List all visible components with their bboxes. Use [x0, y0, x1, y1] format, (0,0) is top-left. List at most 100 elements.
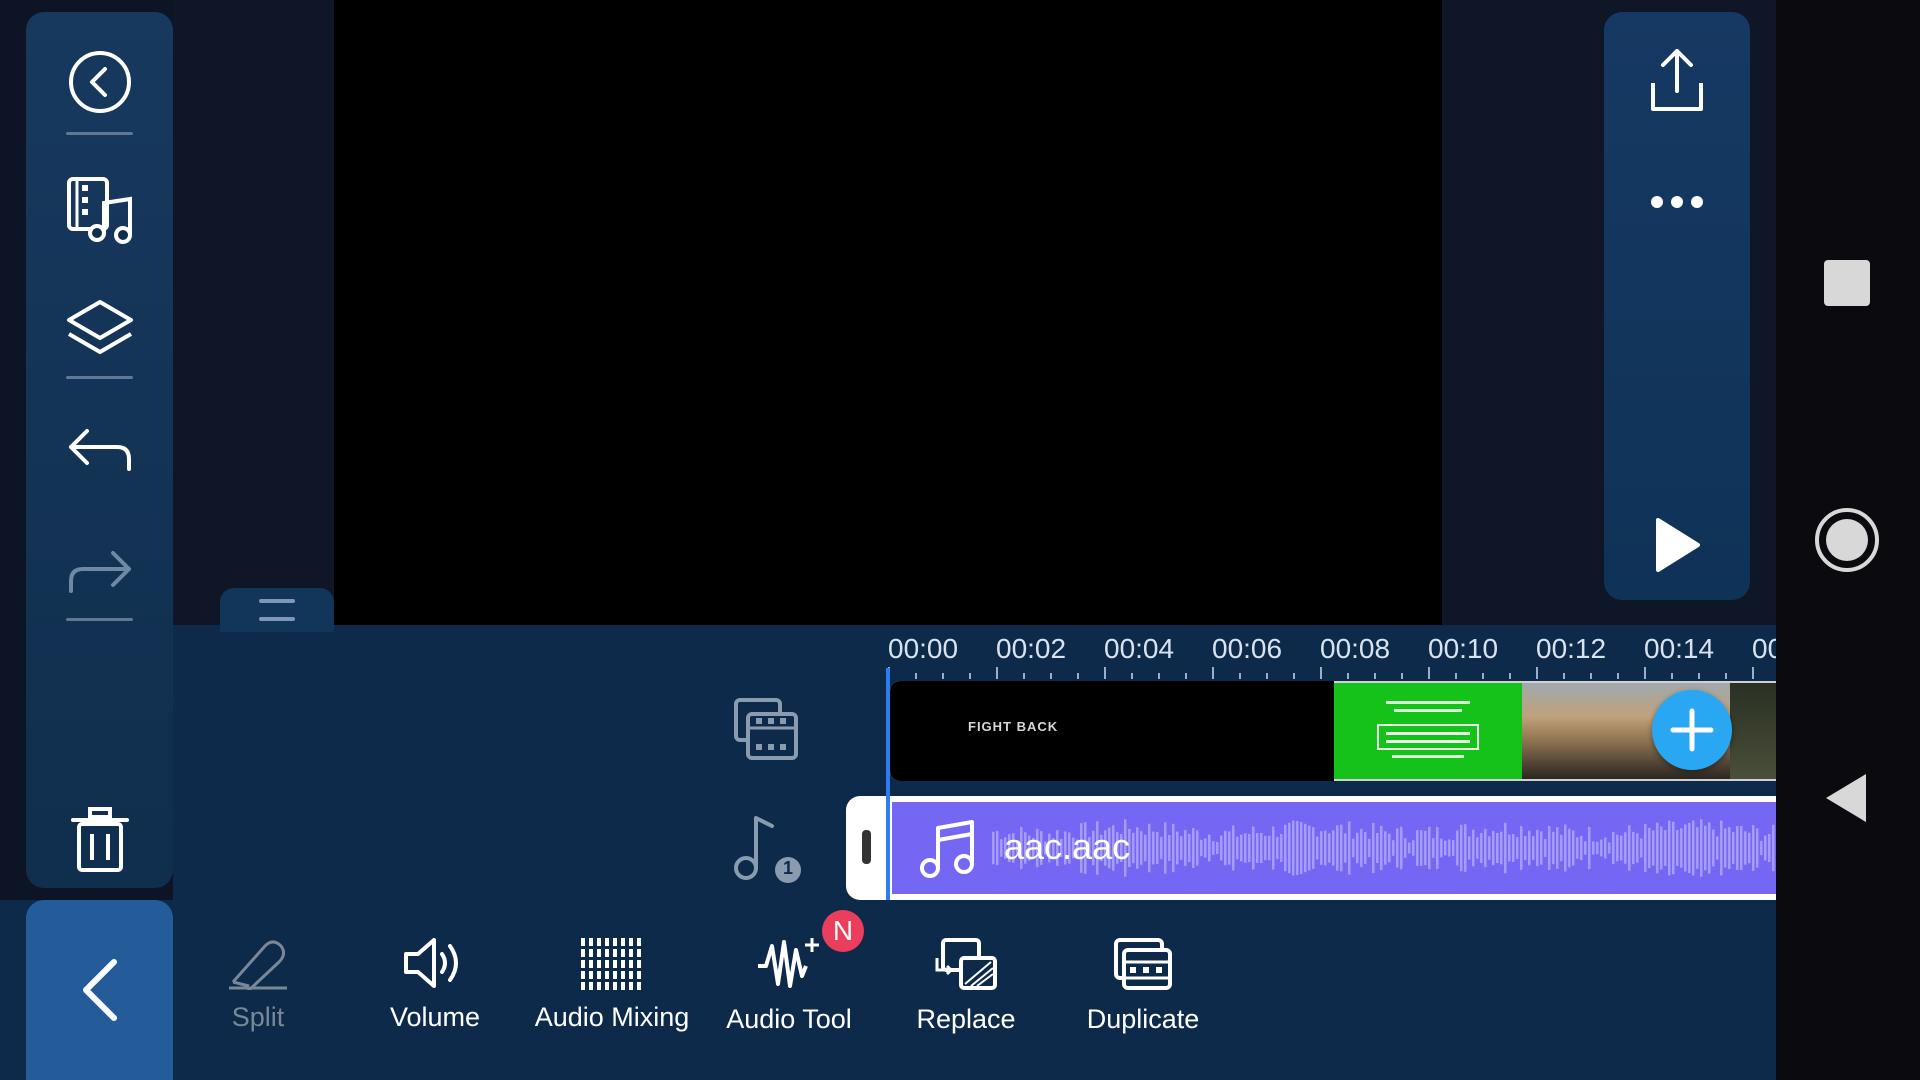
ruler-tick: [1293, 673, 1295, 679]
replace-button[interactable]: Replace: [881, 936, 1051, 1046]
undo-icon: [68, 429, 131, 471]
left-toolbar: [26, 12, 173, 888]
split-label: Split: [231, 1002, 285, 1032]
ruler-tick: [1266, 673, 1268, 679]
timeline-drag-handle[interactable]: [220, 588, 334, 632]
ruler-tick: [1104, 667, 1106, 679]
video-track-toggle[interactable]: [730, 696, 802, 768]
system-back-triangle-icon[interactable]: [1822, 772, 1870, 824]
ruler-tick: [1023, 673, 1025, 679]
ruler-time-label: 00:04: [1104, 633, 1175, 664]
ruler-tick: [1185, 673, 1187, 679]
video-clip[interactable]: [1730, 683, 1776, 779]
music-note-icon: [920, 820, 974, 878]
audio-mixing-button[interactable]: Audio Mixing: [527, 936, 697, 1046]
ruler-tick: [1347, 673, 1349, 679]
redo-button[interactable]: [26, 524, 173, 620]
ruler-tick: [1320, 667, 1322, 679]
speaker-icon: [404, 938, 458, 988]
right-toolbar: [1604, 12, 1750, 600]
ruler-time-label: 00:10: [1428, 633, 1499, 664]
audio-clip[interactable]: aac.aac: [892, 802, 1776, 894]
back-circle-icon: [68, 51, 131, 113]
video-preview[interactable]: [334, 0, 1442, 625]
hamburger-menu-icon: [259, 599, 295, 621]
audio-tool-label: Audio Tool: [726, 1004, 852, 1034]
share-upload-icon: [1651, 49, 1703, 111]
video-film-stack-icon: [734, 698, 798, 760]
video-clip[interactable]: [1334, 683, 1522, 779]
ruler-tick: [1374, 673, 1376, 679]
layers-icon: [66, 300, 133, 354]
layers-button[interactable]: [26, 280, 173, 380]
volume-button[interactable]: Volume: [350, 936, 520, 1046]
delete-button[interactable]: [26, 792, 173, 888]
audio-track-toggle[interactable]: 1: [728, 812, 804, 888]
timeline-ruler[interactable]: 00:00 00:02 00:04 00:06 00:08 00:10 00:12 00:14…: [888, 625, 1776, 681]
undo-button[interactable]: [26, 402, 173, 498]
ruler-tick: [1455, 673, 1457, 679]
play-button[interactable]: [1604, 500, 1750, 590]
ruler-tick: [1617, 673, 1619, 679]
replace-icon: [935, 938, 997, 990]
plus-icon: [1670, 708, 1714, 752]
ruler-tick: [1644, 667, 1646, 679]
exit-button[interactable]: [26, 34, 173, 130]
volume-label: Volume: [389, 1002, 481, 1032]
ruler-time-label: 00:06: [1212, 633, 1283, 664]
duplicate-button[interactable]: Duplicate: [1058, 936, 1228, 1046]
split-pen-icon: [229, 940, 287, 990]
divider: [66, 132, 133, 135]
ruler-tick: [1509, 673, 1511, 679]
ruler-time-label: 00:14: [1644, 633, 1715, 664]
play-icon: [1656, 518, 1700, 572]
audio-mixing-icon: [581, 938, 641, 990]
audio-wave-plus-icon: [758, 938, 819, 988]
audio-tool-button[interactable]: Audio Tool: [704, 936, 874, 1046]
system-navigation-bar: [1776, 0, 1920, 1080]
ruler-tick: [1752, 667, 1754, 679]
split-button[interactable]: Split: [173, 936, 343, 1046]
ruler-tick: [1131, 673, 1133, 679]
export-button[interactable]: [1604, 30, 1750, 130]
audio-trim-handle[interactable]: [846, 796, 888, 900]
more-options-button[interactable]: [1604, 162, 1750, 242]
ruler-time-label: 00:12: [1536, 633, 1607, 664]
playhead[interactable]: [886, 668, 890, 900]
new-badge: N: [822, 910, 864, 952]
audio-track[interactable]: aac.aac: [888, 796, 1776, 900]
home-circle-icon[interactable]: [1814, 507, 1880, 573]
ruler-time-label: 00:00: [888, 633, 959, 664]
clip-thumbnail-green: [1377, 701, 1479, 758]
divider: [66, 618, 133, 621]
recents-square-icon[interactable]: [1824, 260, 1870, 306]
duplicate-label: Duplicate: [1086, 1004, 1200, 1034]
ruler-tick: [1401, 673, 1403, 679]
ruler-tick: [942, 673, 944, 679]
ruler-tick: [1212, 667, 1214, 679]
audio-mixing-label: Audio Mixing: [534, 1002, 690, 1032]
ruler-tick: [1050, 673, 1052, 679]
more-dots-icon: [1651, 196, 1703, 208]
ruler-tick: [969, 673, 971, 679]
video-track[interactable]: FIGHT BACK: [890, 681, 1776, 781]
audio-track-count: 1: [782, 858, 793, 878]
ruler-tick: [1590, 673, 1592, 679]
ruler-tick: [1725, 673, 1727, 679]
add-clip-button[interactable]: [1652, 690, 1732, 770]
collapse-back-button[interactable]: [26, 900, 173, 1080]
ruler-time-label: 00:08: [1320, 633, 1391, 664]
ruler-tick: [1158, 673, 1160, 679]
ruler-tick: [996, 667, 998, 679]
ruler-tick: [1482, 673, 1484, 679]
divider: [66, 376, 133, 379]
ruler-tick: [1671, 673, 1673, 679]
media-music-icon: [66, 177, 132, 244]
media-library-button[interactable]: [26, 160, 173, 260]
ruler-tick: [1698, 673, 1700, 679]
redo-icon: [68, 551, 131, 593]
ruler-tick: [1536, 667, 1538, 679]
ruler-tick: [1077, 673, 1079, 679]
replace-label: Replace: [916, 1004, 1016, 1034]
video-clip[interactable]: FIGHT BACK: [890, 681, 1334, 781]
